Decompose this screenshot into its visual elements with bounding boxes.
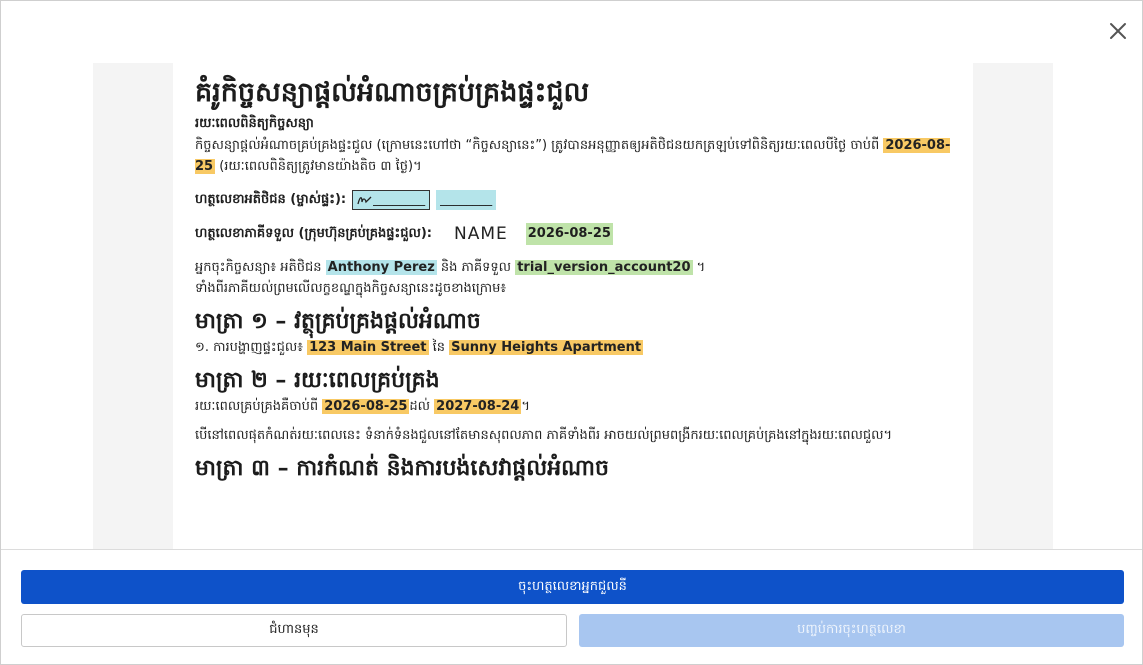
- receiver-name-field: trial_version_account20: [515, 260, 693, 275]
- client-signature-field[interactable]: ________: [352, 190, 431, 210]
- property-address-field: 123 Main Street: [307, 340, 429, 355]
- modal-footer: ចុះហត្ថលេខាអ្នកជួលនី ជំហានមុន បញ្ចប់ការច…: [1, 549, 1142, 664]
- article-2-extension-paragraph: បើនៅពេលផុតកំណត់រយៈពេលនេះ ទំនាក់ទំនងជួលនៅ…: [195, 428, 893, 443]
- document-title: គំរូកិច្ចសន្យាផ្តល់អំណាចគ្រប់គ្រងផ្ទះជួល: [195, 77, 590, 108]
- article-3-heading: មាត្រា ៣ – ការកំណត់ និងការបង់សេវាផ្តល់អំ…: [195, 455, 609, 481]
- client-signature-label: ហត្ថលេខាអតិថិជន (ម្ចាស់ផ្ទះ):: [195, 192, 347, 207]
- parties-paragraph: អ្នកចុះកិច្ចសន្យា៖ អតិថិជន Anthony Perez…: [195, 260, 706, 275]
- close-button[interactable]: [1106, 19, 1130, 43]
- property-name-field: Sunny Heights Apartment: [449, 340, 644, 355]
- start-date-field: 2026-08-25: [322, 399, 410, 414]
- receiver-signature-row: ហត្ថលេខាភាគីទទួល (ក្រុមហ៊ុនគ្រប់គ្រងផ្ទះ…: [195, 223, 953, 245]
- close-icon: [1110, 23, 1126, 39]
- signing-modal: គំរូកិច្ចសន្យាផ្តល់អំណាចគ្រប់គ្រងផ្ទះជួល…: [0, 0, 1143, 665]
- end-date-field: 2027-08-24: [434, 399, 522, 414]
- article-2-paragraph: រយៈពេលគ្រប់គ្រងគឺចាប់ពី 2026-08-25 ដល់ 20…: [195, 399, 530, 414]
- review-term-heading: រយៈពេលពិនិត្យកិច្ចសន្យា: [195, 116, 314, 131]
- parties-agreement-line: ទាំងពីរភាគីយល់ព្រមលើលក្ខខណ្ឌក្នុងកិច្ចសន…: [195, 281, 507, 296]
- finish-signing-button[interactable]: បញ្ចប់ការចុះហត្ថលេខា: [579, 614, 1124, 647]
- back-button[interactable]: ជំហានមុន: [21, 614, 567, 647]
- sign-tenant-button[interactable]: ចុះហត្ថលេខាអ្នកជួលនី: [21, 570, 1124, 604]
- client-name-field: Anthony Perez: [325, 260, 437, 275]
- article-1-paragraph: ១. ការបង្ហាញផ្ទះជួល៖ 123 Main Street នៃ …: [195, 340, 644, 355]
- article-1-heading: មាត្រា ១ – វត្ថុគ្រប់គ្រងផ្តល់អំណាច: [195, 308, 481, 334]
- client-signature-row: ហត្ថលេខាអតិថិជន (ម្ចាស់ផ្ទះ): ________ _…: [195, 189, 953, 211]
- receiver-signature-name: NAME: [453, 224, 508, 244]
- intro-paragraph: កិច្ចសន្យាផ្តល់អំណាចគ្រប់គ្រងផ្ទះជួល (ក្…: [195, 138, 951, 174]
- article-2-heading: មាត្រា ២ – រយៈពេលគ្រប់គ្រង: [195, 367, 440, 393]
- document-viewer[interactable]: គំរូកិច្ចសន្យាផ្តល់អំណាចគ្រប់គ្រងផ្ទះជួល…: [93, 63, 1053, 553]
- receiver-signature-label: ហត្ថលេខាភាគីទទួល (ក្រុមហ៊ុនគ្រប់គ្រងផ្ទះ…: [195, 226, 432, 241]
- receiver-signature-date: 2026-08-25: [525, 223, 613, 245]
- client-signature-date-field[interactable]: ________: [436, 190, 497, 210]
- document-page: គំរូកិច្ចសន្យាផ្តល់អំណាចគ្រប់គ្រងផ្ទះជួល…: [173, 63, 973, 553]
- signature-pen-icon: [357, 196, 372, 205]
